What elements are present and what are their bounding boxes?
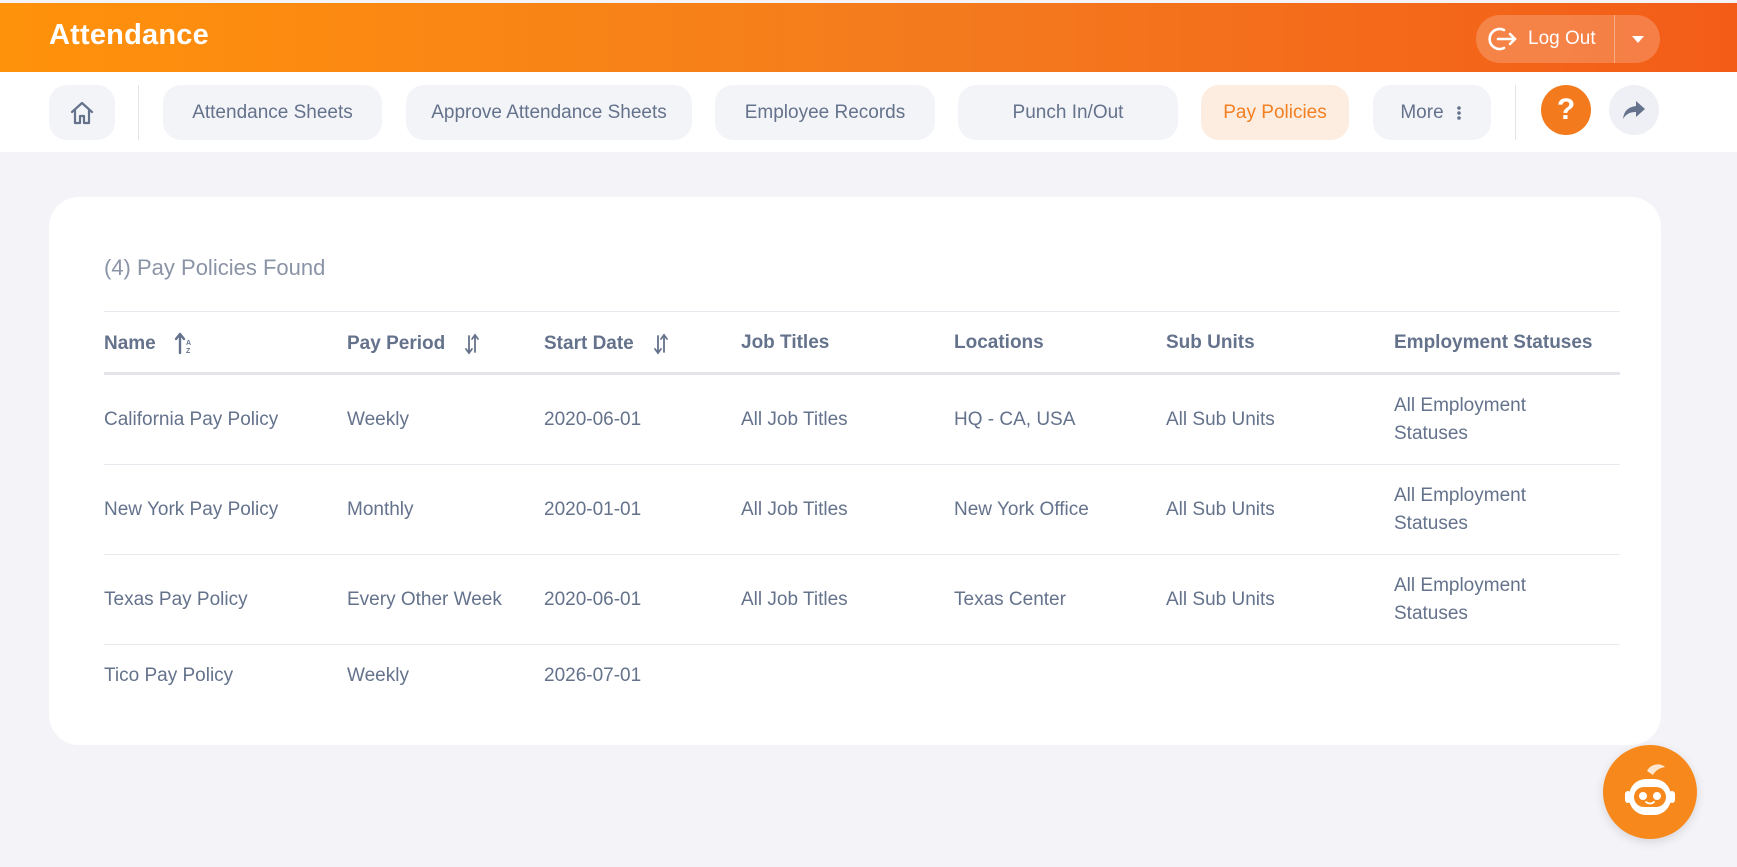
cell-start-date: 2026-07-01 (544, 665, 642, 686)
logout-button[interactable]: Log Out (1476, 15, 1614, 63)
column-header-name[interactable]: Name A Z (104, 332, 194, 356)
cell-locations: New York Office (954, 498, 1089, 520)
column-header-sub-units: Sub Units (1166, 332, 1255, 353)
column-label: Name (104, 333, 156, 354)
column-header-job-titles: Job Titles (741, 332, 830, 353)
column-header-start-date[interactable]: Start Date (544, 332, 670, 356)
tab-approve-attendance-sheets[interactable]: Approve Attendance Sheets (406, 85, 692, 140)
cell-job-titles: All Job Titles (741, 498, 848, 520)
table-row[interactable]: California Pay Policy Weekly 2020-06-01 … (104, 375, 1620, 465)
cell-sub-units: All Sub Units (1166, 408, 1275, 430)
module-nav: Attendance Sheets Approve Attendance She… (0, 72, 1737, 152)
tab-punch-in-out[interactable]: Punch In/Out (958, 85, 1178, 140)
cell-start-date: 2020-01-01 (544, 498, 642, 520)
column-header-employment-statuses: Employment Statuses (1394, 332, 1593, 353)
cell-employment-statuses: All Employment Statuses (1394, 484, 1526, 534)
logout-icon (1488, 27, 1517, 51)
pay-policies-table: Name A Z Pay Period Start Date Job Title… (104, 311, 1620, 707)
table-row[interactable]: Texas Pay Policy Every Other Week 2020-0… (104, 555, 1620, 645)
sort-icon[interactable] (652, 332, 670, 356)
cell-start-date: 2020-06-01 (544, 408, 642, 430)
cell-name: Tico Pay Policy (104, 665, 234, 686)
cell-job-titles: All Job Titles (741, 408, 848, 430)
cell-sub-units: All Sub Units (1166, 498, 1275, 520)
cell-locations: HQ - CA, USA (954, 408, 1076, 430)
logout-group: Log Out (1476, 15, 1660, 63)
cell-pay-period: Weekly (347, 665, 409, 686)
cell-pay-period: Weekly (347, 408, 409, 430)
cell-locations: Texas Center (954, 588, 1066, 610)
cell-pay-period: Monthly (347, 498, 414, 520)
account-menu-toggle[interactable] (1615, 15, 1660, 63)
cell-employment-statuses (1394, 645, 1574, 707)
cell-employment-statuses: All Employment Statuses (1394, 574, 1526, 624)
cell-sub-units: All Sub Units (1166, 588, 1275, 610)
home-button[interactable] (49, 85, 115, 140)
cell-start-date: 2020-06-01 (544, 588, 642, 610)
nav-divider (138, 85, 139, 140)
tab-attendance-sheets[interactable]: Attendance Sheets (163, 85, 382, 140)
more-dots-icon (1456, 105, 1461, 120)
share-icon (1623, 101, 1645, 119)
home-icon (70, 101, 94, 124)
help-button[interactable]: ? (1541, 85, 1591, 135)
column-label: Start Date (544, 333, 634, 354)
chatbot-button[interactable] (1603, 745, 1697, 839)
svg-text:Z: Z (186, 348, 191, 355)
tab-pay-policies[interactable]: Pay Policies (1201, 85, 1349, 140)
share-button[interactable] (1609, 85, 1659, 135)
records-found-count: (4) Pay Policies Found (104, 255, 326, 280)
svg-text:A: A (186, 340, 191, 347)
more-label: More (1400, 101, 1444, 123)
table-row[interactable]: Tico Pay Policy Weekly 2026-07-01 (104, 645, 1620, 707)
chatbot-icon (1625, 764, 1675, 815)
tab-more[interactable]: More (1373, 85, 1491, 140)
logout-label: Log Out (1528, 28, 1596, 49)
nav-divider (1515, 85, 1516, 140)
cell-job-titles: All Job Titles (741, 588, 848, 610)
cell-employment-statuses: All Employment Statuses (1394, 394, 1526, 444)
tab-employee-records[interactable]: Employee Records (715, 85, 935, 140)
app-title: Attendance (49, 19, 209, 51)
table-header: Name A Z Pay Period Start Date Job Title… (104, 311, 1620, 375)
caret-down-icon (1631, 35, 1644, 43)
table-row[interactable]: New York Pay Policy Monthly 2020-01-01 A… (104, 465, 1620, 555)
cell-name: Texas Pay Policy (104, 588, 248, 610)
column-label: Pay Period (347, 333, 446, 354)
pay-policies-card: (4) Pay Policies Found Name A Z Pay Peri… (49, 197, 1661, 745)
cell-name: California Pay Policy (104, 408, 279, 430)
sort-icon[interactable] (463, 332, 481, 356)
top-header: Attendance Log Out (0, 3, 1737, 72)
column-header-pay-period[interactable]: Pay Period (347, 332, 481, 356)
sort-asc-icon[interactable]: A Z (174, 332, 194, 356)
cell-pay-period: Every Other Week (347, 588, 502, 610)
cell-name: New York Pay Policy (104, 498, 279, 520)
column-header-locations: Locations (954, 332, 1044, 353)
help-icon: ? (1556, 93, 1576, 126)
